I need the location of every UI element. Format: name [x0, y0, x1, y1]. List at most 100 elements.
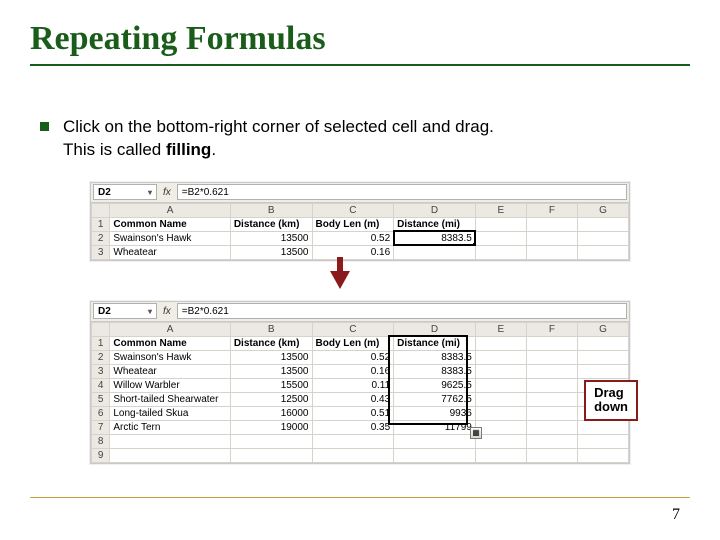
- col-header[interactable]: A: [110, 322, 230, 336]
- cell[interactable]: 9625.5: [394, 378, 476, 392]
- col-header[interactable]: C: [312, 203, 394, 217]
- cell[interactable]: [526, 420, 577, 434]
- cell[interactable]: [577, 231, 628, 245]
- col-header[interactable]: F: [526, 322, 577, 336]
- cell[interactable]: [577, 350, 628, 364]
- row-header[interactable]: 8: [92, 434, 110, 448]
- cell[interactable]: Body Len (m): [312, 217, 394, 231]
- cell[interactable]: 9936: [394, 406, 476, 420]
- cell[interactable]: 0.16: [312, 364, 394, 378]
- selected-cell[interactable]: 8383.5: [394, 231, 476, 245]
- cell[interactable]: [526, 350, 577, 364]
- cell[interactable]: 8383.5: [394, 350, 476, 364]
- col-header[interactable]: C: [312, 322, 394, 336]
- cell[interactable]: [110, 448, 230, 462]
- row-header[interactable]: 2: [92, 231, 110, 245]
- cell[interactable]: Swainson's Hawk: [110, 231, 230, 245]
- cell[interactable]: [475, 231, 526, 245]
- cell[interactable]: [526, 217, 577, 231]
- cell[interactable]: [475, 448, 526, 462]
- name-box[interactable]: D2 ▾: [93, 303, 157, 319]
- cell[interactable]: 0.35: [312, 420, 394, 434]
- cell[interactable]: [577, 217, 628, 231]
- cell[interactable]: [475, 245, 526, 259]
- corner-cell[interactable]: [92, 322, 110, 336]
- row-header[interactable]: 6: [92, 406, 110, 420]
- row-header[interactable]: 7: [92, 420, 110, 434]
- corner-cell[interactable]: [92, 203, 110, 217]
- col-header[interactable]: B: [230, 203, 312, 217]
- cell[interactable]: Arctic Tern: [110, 420, 230, 434]
- col-header[interactable]: D: [394, 322, 476, 336]
- grid-before[interactable]: A B C D E F G 1 Common Name Distance (km…: [91, 203, 629, 260]
- cell[interactable]: 7762.5: [394, 392, 476, 406]
- cell[interactable]: Wheatear: [110, 245, 230, 259]
- cell[interactable]: [577, 364, 628, 378]
- cell[interactable]: [312, 434, 394, 448]
- cell[interactable]: [577, 448, 628, 462]
- cell[interactable]: [475, 434, 526, 448]
- cell[interactable]: 0.52: [312, 350, 394, 364]
- row-header[interactable]: 1: [92, 217, 110, 231]
- dropdown-icon[interactable]: ▾: [148, 188, 152, 197]
- cell[interactable]: 0.16: [312, 245, 394, 259]
- cell[interactable]: Common Name: [110, 217, 230, 231]
- col-header[interactable]: B: [230, 322, 312, 336]
- cell[interactable]: [475, 378, 526, 392]
- fx-icon[interactable]: fx: [161, 306, 173, 317]
- col-header[interactable]: A: [110, 203, 230, 217]
- row-header[interactable]: 1: [92, 336, 110, 350]
- col-header[interactable]: G: [577, 203, 628, 217]
- cell[interactable]: [526, 434, 577, 448]
- cell[interactable]: 13500: [230, 364, 312, 378]
- cell[interactable]: 13500: [230, 350, 312, 364]
- cell[interactable]: [526, 406, 577, 420]
- row-header[interactable]: 3: [92, 364, 110, 378]
- row-header[interactable]: 3: [92, 245, 110, 259]
- cell[interactable]: Distance (mi): [394, 217, 476, 231]
- cell[interactable]: Distance (mi): [394, 336, 476, 350]
- cell[interactable]: [526, 364, 577, 378]
- cell[interactable]: [475, 420, 526, 434]
- cell[interactable]: 8383.5: [394, 364, 476, 378]
- cell[interactable]: Distance (km): [230, 217, 312, 231]
- cell[interactable]: [526, 378, 577, 392]
- cell[interactable]: [526, 231, 577, 245]
- cell[interactable]: [577, 245, 628, 259]
- col-header[interactable]: E: [475, 203, 526, 217]
- cell[interactable]: Body Len (m): [312, 336, 394, 350]
- fill-handle[interactable]: [473, 243, 476, 246]
- cell[interactable]: [110, 434, 230, 448]
- cell[interactable]: [526, 245, 577, 259]
- cell[interactable]: [230, 448, 312, 462]
- cell[interactable]: 0.52: [312, 231, 394, 245]
- cell[interactable]: [475, 406, 526, 420]
- cell[interactable]: [475, 336, 526, 350]
- cell[interactable]: [526, 392, 577, 406]
- row-header[interactable]: 2: [92, 350, 110, 364]
- cell[interactable]: Short-tailed Shearwater: [110, 392, 230, 406]
- cell[interactable]: [394, 245, 476, 259]
- cell[interactable]: [475, 392, 526, 406]
- cell[interactable]: [577, 420, 628, 434]
- name-box[interactable]: D2 ▾: [93, 184, 157, 200]
- cell[interactable]: 0.11: [312, 378, 394, 392]
- dropdown-icon[interactable]: ▾: [148, 307, 152, 316]
- cell[interactable]: [475, 364, 526, 378]
- cell[interactable]: Common Name: [110, 336, 230, 350]
- cell[interactable]: 13500: [230, 231, 312, 245]
- col-header[interactable]: G: [577, 322, 628, 336]
- row-header[interactable]: 5: [92, 392, 110, 406]
- cell[interactable]: [230, 434, 312, 448]
- cell[interactable]: [394, 448, 476, 462]
- cell[interactable]: Long-tailed Skua: [110, 406, 230, 420]
- cell[interactable]: 0.51: [312, 406, 394, 420]
- cell[interactable]: 12500: [230, 392, 312, 406]
- row-header[interactable]: 4: [92, 378, 110, 392]
- cell[interactable]: 15500: [230, 378, 312, 392]
- autofill-options-icon[interactable]: ▦: [470, 427, 482, 439]
- cell[interactable]: 11799: [394, 420, 476, 434]
- cell[interactable]: [577, 434, 628, 448]
- cell[interactable]: 13500: [230, 245, 312, 259]
- cell[interactable]: Willow Warbler: [110, 378, 230, 392]
